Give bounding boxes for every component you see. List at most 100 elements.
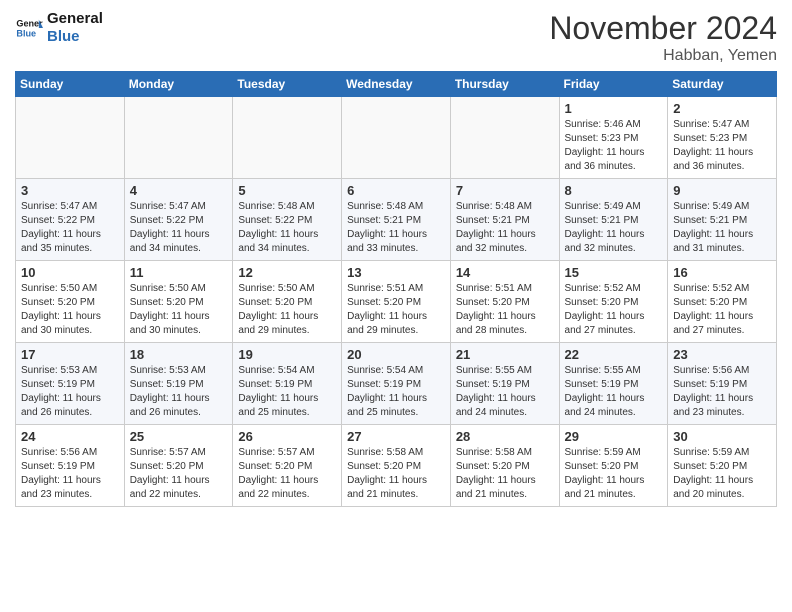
header-saturday: Saturday — [668, 72, 777, 97]
calendar-cell: 7 Sunrise: 5:48 AMSunset: 5:21 PMDaylight… — [450, 179, 559, 261]
day-number: 17 — [21, 347, 119, 362]
day-info: Sunrise: 5:49 AMSunset: 5:21 PMDaylight:… — [673, 200, 771, 256]
calendar-cell — [16, 97, 125, 179]
day-number: 4 — [130, 183, 228, 198]
day-info: Sunrise: 5:59 AMSunset: 5:20 PMDaylight:… — [673, 446, 771, 502]
calendar-cell: 20 Sunrise: 5:54 AMSunset: 5:19 PMDayligh… — [342, 343, 451, 425]
day-number: 8 — [565, 183, 663, 198]
calendar-cell: 2 Sunrise: 5:47 AMSunset: 5:23 PMDaylight… — [668, 97, 777, 179]
day-info: Sunrise: 5:58 AMSunset: 5:20 PMDaylight:… — [347, 446, 445, 502]
day-info: Sunrise: 5:47 AMSunset: 5:23 PMDaylight:… — [673, 118, 771, 174]
day-number: 6 — [347, 183, 445, 198]
day-number: 23 — [673, 347, 771, 362]
week-row-2: 10 Sunrise: 5:50 AMSunset: 5:20 PMDayligh… — [16, 261, 777, 343]
day-info: Sunrise: 5:58 AMSunset: 5:20 PMDaylight:… — [456, 446, 554, 502]
day-number: 13 — [347, 265, 445, 280]
header-thursday: Thursday — [450, 72, 559, 97]
calendar-cell: 14 Sunrise: 5:51 AMSunset: 5:20 PMDayligh… — [450, 261, 559, 343]
calendar-cell: 18 Sunrise: 5:53 AMSunset: 5:19 PMDayligh… — [124, 343, 233, 425]
day-number: 26 — [238, 429, 336, 444]
calendar-cell: 5 Sunrise: 5:48 AMSunset: 5:22 PMDaylight… — [233, 179, 342, 261]
day-info: Sunrise: 5:55 AMSunset: 5:19 PMDaylight:… — [456, 364, 554, 420]
calendar-header: SundayMondayTuesdayWednesdayThursdayFrid… — [16, 72, 777, 97]
day-info: Sunrise: 5:53 AMSunset: 5:19 PMDaylight:… — [21, 364, 119, 420]
logo-general: General — [47, 10, 103, 28]
logo-icon: General Blue — [15, 14, 43, 42]
day-info: Sunrise: 5:57 AMSunset: 5:20 PMDaylight:… — [130, 446, 228, 502]
day-number: 16 — [673, 265, 771, 280]
week-row-1: 3 Sunrise: 5:47 AMSunset: 5:22 PMDaylight… — [16, 179, 777, 261]
day-number: 27 — [347, 429, 445, 444]
calendar-cell — [342, 97, 451, 179]
title-area: November 2024 Habban, Yemen — [549, 10, 777, 65]
day-info: Sunrise: 5:54 AMSunset: 5:19 PMDaylight:… — [238, 364, 336, 420]
day-number: 25 — [130, 429, 228, 444]
day-number: 15 — [565, 265, 663, 280]
day-info: Sunrise: 5:47 AMSunset: 5:22 PMDaylight:… — [21, 200, 119, 256]
calendar-cell: 30 Sunrise: 5:59 AMSunset: 5:20 PMDayligh… — [668, 425, 777, 507]
day-info: Sunrise: 5:59 AMSunset: 5:20 PMDaylight:… — [565, 446, 663, 502]
calendar-cell: 9 Sunrise: 5:49 AMSunset: 5:21 PMDaylight… — [668, 179, 777, 261]
calendar-cell: 15 Sunrise: 5:52 AMSunset: 5:20 PMDayligh… — [559, 261, 668, 343]
calendar-cell: 28 Sunrise: 5:58 AMSunset: 5:20 PMDayligh… — [450, 425, 559, 507]
header-friday: Friday — [559, 72, 668, 97]
day-info: Sunrise: 5:52 AMSunset: 5:20 PMDaylight:… — [565, 282, 663, 338]
logo: General Blue General Blue — [15, 10, 103, 46]
calendar-cell: 17 Sunrise: 5:53 AMSunset: 5:19 PMDayligh… — [16, 343, 125, 425]
day-number: 30 — [673, 429, 771, 444]
day-number: 3 — [21, 183, 119, 198]
day-number: 5 — [238, 183, 336, 198]
page-header: General Blue General Blue November 2024 … — [15, 10, 777, 65]
day-number: 7 — [456, 183, 554, 198]
day-number: 21 — [456, 347, 554, 362]
svg-text:Blue: Blue — [16, 28, 36, 38]
day-info: Sunrise: 5:53 AMSunset: 5:19 PMDaylight:… — [130, 364, 228, 420]
calendar-cell: 22Sunrise: 5:55 AMSunset: 5:19 PMDayligh… — [559, 343, 668, 425]
day-number: 22 — [565, 347, 663, 362]
day-number: 20 — [347, 347, 445, 362]
day-info: Sunrise: 5:47 AMSunset: 5:22 PMDaylight:… — [130, 200, 228, 256]
day-info: Sunrise: 5:52 AMSunset: 5:20 PMDaylight:… — [673, 282, 771, 338]
header-monday: Monday — [124, 72, 233, 97]
week-row-3: 17 Sunrise: 5:53 AMSunset: 5:19 PMDayligh… — [16, 343, 777, 425]
header-sunday: Sunday — [16, 72, 125, 97]
calendar-body: 1Sunrise: 5:46 AMSunset: 5:23 PMDaylight… — [16, 97, 777, 507]
header-wednesday: Wednesday — [342, 72, 451, 97]
day-info: Sunrise: 5:48 AMSunset: 5:21 PMDaylight:… — [456, 200, 554, 256]
day-number: 14 — [456, 265, 554, 280]
calendar-cell: 24Sunrise: 5:56 AMSunset: 5:19 PMDayligh… — [16, 425, 125, 507]
day-number: 28 — [456, 429, 554, 444]
calendar-cell: 19Sunrise: 5:54 AMSunset: 5:19 PMDayligh… — [233, 343, 342, 425]
calendar-cell: 1Sunrise: 5:46 AMSunset: 5:23 PMDaylight… — [559, 97, 668, 179]
calendar-cell: 3 Sunrise: 5:47 AMSunset: 5:22 PMDaylight… — [16, 179, 125, 261]
location-title: Habban, Yemen — [549, 47, 777, 65]
day-info: Sunrise: 5:54 AMSunset: 5:19 PMDaylight:… — [347, 364, 445, 420]
day-number: 10 — [21, 265, 119, 280]
day-info: Sunrise: 5:48 AMSunset: 5:21 PMDaylight:… — [347, 200, 445, 256]
day-number: 12 — [238, 265, 336, 280]
calendar-cell — [233, 97, 342, 179]
calendar-cell: 11Sunrise: 5:50 AMSunset: 5:20 PMDayligh… — [124, 261, 233, 343]
calendar-table: SundayMondayTuesdayWednesdayThursdayFrid… — [15, 71, 777, 507]
day-info: Sunrise: 5:51 AMSunset: 5:20 PMDaylight:… — [456, 282, 554, 338]
calendar-cell: 29 Sunrise: 5:59 AMSunset: 5:20 PMDayligh… — [559, 425, 668, 507]
day-info: Sunrise: 5:50 AMSunset: 5:20 PMDaylight:… — [130, 282, 228, 338]
calendar-cell: 21 Sunrise: 5:55 AMSunset: 5:19 PMDayligh… — [450, 343, 559, 425]
calendar-cell: 25 Sunrise: 5:57 AMSunset: 5:20 PMDayligh… — [124, 425, 233, 507]
calendar-cell: 23Sunrise: 5:56 AMSunset: 5:19 PMDayligh… — [668, 343, 777, 425]
day-info: Sunrise: 5:51 AMSunset: 5:20 PMDaylight:… — [347, 282, 445, 338]
day-number: 29 — [565, 429, 663, 444]
day-number: 18 — [130, 347, 228, 362]
calendar-cell: 16 Sunrise: 5:52 AMSunset: 5:20 PMDayligh… — [668, 261, 777, 343]
day-info: Sunrise: 5:46 AMSunset: 5:23 PMDaylight:… — [565, 118, 663, 174]
calendar-cell: 6 Sunrise: 5:48 AMSunset: 5:21 PMDaylight… — [342, 179, 451, 261]
day-info: Sunrise: 5:48 AMSunset: 5:22 PMDaylight:… — [238, 200, 336, 256]
day-number: 24 — [21, 429, 119, 444]
day-info: Sunrise: 5:49 AMSunset: 5:21 PMDaylight:… — [565, 200, 663, 256]
day-info: Sunrise: 5:57 AMSunset: 5:20 PMDaylight:… — [238, 446, 336, 502]
calendar-cell: 12Sunrise: 5:50 AMSunset: 5:20 PMDayligh… — [233, 261, 342, 343]
day-number: 2 — [673, 101, 771, 116]
calendar-cell: 4 Sunrise: 5:47 AMSunset: 5:22 PMDaylight… — [124, 179, 233, 261]
day-number: 9 — [673, 183, 771, 198]
calendar-cell — [124, 97, 233, 179]
